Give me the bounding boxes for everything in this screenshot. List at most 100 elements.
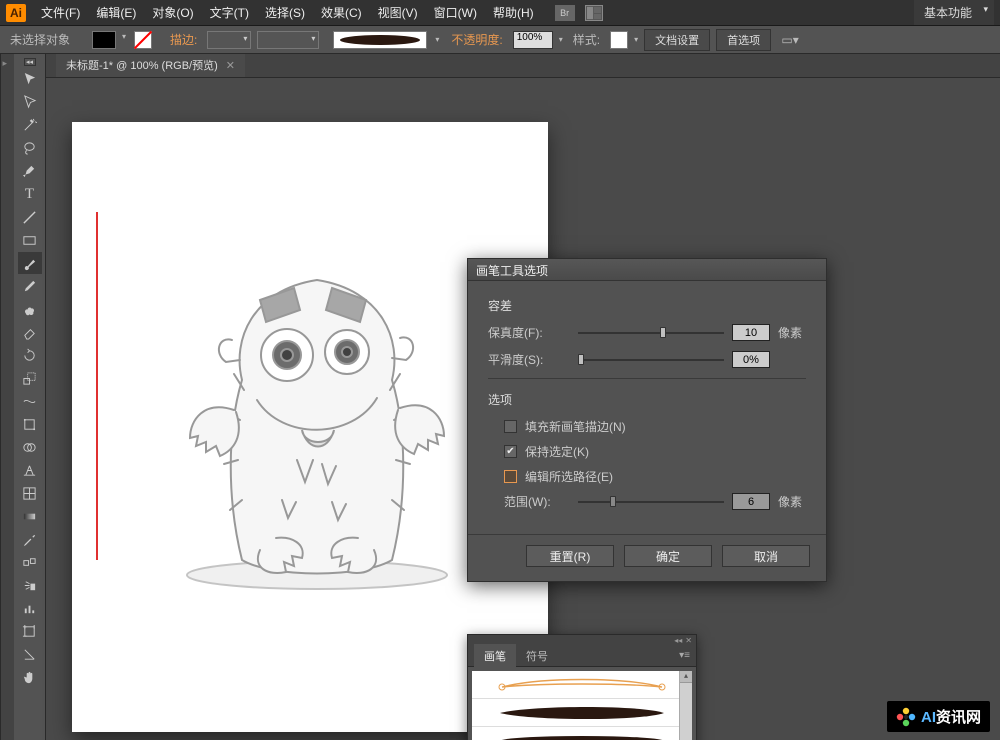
menu-edit[interactable]: 编辑(E) (89, 0, 143, 25)
direct-selection-tool[interactable] (18, 91, 42, 113)
options-group-label: 选项 (488, 391, 806, 408)
fill-swatch[interactable] (92, 31, 116, 49)
eraser-tool[interactable] (18, 321, 42, 343)
stroke-profile[interactable] (257, 31, 319, 49)
cancel-button[interactable]: 取消 (722, 545, 810, 567)
reset-button[interactable]: 重置(R) (526, 545, 614, 567)
sketch-placed-image (132, 180, 502, 610)
ok-button[interactable]: 确定 (624, 545, 712, 567)
line-tool[interactable] (18, 206, 42, 228)
pixels-unit: 像素 (778, 324, 806, 341)
app-root: Ai 文件(F) 编辑(E) 对象(O) 文字(T) 选择(S) 效果(C) 视… (0, 0, 1000, 740)
symbol-sprayer-tool[interactable] (18, 574, 42, 596)
width-tool[interactable] (18, 390, 42, 412)
brush-item-calligraphic[interactable] (472, 671, 692, 699)
document-tab[interactable]: 未标题-1* @ 100% (RGB/预览) ✕ (56, 54, 245, 77)
fidelity-slider[interactable] (578, 326, 724, 340)
range-unit: 像素 (778, 493, 806, 510)
watermark-text: AI资讯网 (921, 706, 981, 727)
menu-select[interactable]: 选择(S) (258, 0, 312, 25)
rectangle-tool[interactable] (18, 229, 42, 251)
menu-effect[interactable]: 效果(C) (314, 0, 369, 25)
opacity-input[interactable]: 100% (513, 31, 553, 49)
opacity-label: 不透明度: (447, 31, 506, 48)
workspace-switcher[interactable]: 基本功能 (914, 0, 994, 25)
menu-window[interactable]: 窗口(W) (427, 0, 484, 25)
fill-new-strokes-label: 填充新画笔描边(N) (525, 418, 626, 435)
arrange-docs-icon[interactable] (585, 5, 603, 21)
gradient-tool[interactable] (18, 505, 42, 527)
pen-tool[interactable] (18, 160, 42, 182)
tool-panel: ◂◂ T (14, 54, 46, 740)
slice-tool[interactable] (18, 643, 42, 665)
stroke-label: 描边: (166, 31, 201, 48)
expand-icon[interactable]: ▸ (3, 58, 13, 68)
brush-item-oval-2[interactable] (472, 727, 692, 740)
preferences-button[interactable]: 首选项 (716, 29, 771, 51)
brush-scrollbar[interactable]: ▴ (679, 671, 692, 740)
document-setup-button[interactable]: 文档设置 (644, 29, 710, 51)
close-icon[interactable]: ✕ (226, 59, 235, 72)
bridge-icon[interactable]: Br (555, 5, 575, 21)
brushes-panel: ◂◂✕ 画笔 符号 ▾≡ ▴ ▾ (467, 634, 697, 740)
graphic-style-swatch[interactable] (610, 31, 628, 49)
keep-selected-label: 保持选定(K) (525, 443, 589, 460)
tool-collapse[interactable]: ◂◂ (24, 58, 36, 66)
range-slider (578, 495, 724, 509)
left-strip: ▸ (0, 54, 14, 740)
stroke-swatch-none[interactable] (134, 31, 152, 49)
illustrator-icon: Ai (6, 4, 26, 22)
symbols-tab[interactable]: 符号 (516, 644, 558, 668)
brush-item-oval-1[interactable] (472, 699, 692, 727)
smoothness-input[interactable] (732, 351, 770, 368)
style-label: 样式: (569, 31, 604, 48)
fidelity-input[interactable] (732, 324, 770, 341)
brushes-tab[interactable]: 画笔 (474, 644, 516, 668)
stroke-weight[interactable] (207, 31, 251, 49)
tolerance-group-label: 容差 (488, 297, 806, 314)
free-transform-tool[interactable] (18, 413, 42, 435)
scale-tool[interactable] (18, 367, 42, 389)
mesh-tool[interactable] (18, 482, 42, 504)
menu-help[interactable]: 帮助(H) (486, 0, 541, 25)
smoothness-label: 平滑度(S): (488, 351, 570, 368)
range-input (732, 493, 770, 510)
paintbrush-tool[interactable] (18, 252, 42, 274)
perspective-grid-tool[interactable] (18, 459, 42, 481)
blend-tool[interactable] (18, 551, 42, 573)
menu-object[interactable]: 对象(O) (145, 0, 200, 25)
panel-toggle-icon[interactable]: ▭▾ (781, 32, 799, 48)
options-bar: 未选择对象 描边: 不透明度: 100% ▾ 样式: ▾ 文档设置 首选项 ▭▾ (0, 26, 1000, 54)
selection-tool[interactable] (18, 68, 42, 90)
pencil-tool[interactable] (18, 275, 42, 297)
smoothness-slider[interactable] (578, 353, 724, 367)
lasso-tool[interactable] (18, 137, 42, 159)
hand-tool[interactable] (18, 666, 42, 688)
dialog-title[interactable]: 画笔工具选项 (468, 259, 826, 281)
type-tool[interactable]: T (18, 183, 42, 205)
artboard-tool[interactable] (18, 620, 42, 642)
range-label: 范围(W): (504, 493, 570, 510)
document-tab-label: 未标题-1* @ 100% (RGB/预览) (66, 57, 218, 73)
main-area: ▸ ◂◂ T (0, 54, 1000, 740)
keep-selected-checkbox[interactable] (504, 445, 517, 458)
watermark: AI资讯网 (887, 701, 990, 732)
eyedropper-tool[interactable] (18, 528, 42, 550)
column-graph-tool[interactable] (18, 597, 42, 619)
blob-brush-tool[interactable] (18, 298, 42, 320)
rotate-tool[interactable] (18, 344, 42, 366)
menu-type[interactable]: 文字(T) (203, 0, 256, 25)
magic-wand-tool[interactable] (18, 114, 42, 136)
menu-view[interactable]: 视图(V) (371, 0, 425, 25)
fill-new-strokes-checkbox[interactable] (504, 420, 517, 433)
brush-list[interactable]: ▴ (472, 671, 692, 740)
brush-preset[interactable] (333, 31, 427, 49)
document-tabs: 未标题-1* @ 100% (RGB/预览) ✕ (46, 54, 1000, 78)
shape-builder-tool[interactable] (18, 436, 42, 458)
edit-selected-paths-label: 编辑所选路径(E) (525, 468, 613, 485)
edit-selected-paths-checkbox[interactable] (504, 470, 517, 483)
fidelity-label: 保真度(F): (488, 324, 570, 341)
panel-menu-icon[interactable]: ▾≡ (679, 650, 690, 661)
menu-file[interactable]: 文件(F) (34, 0, 87, 25)
selection-status: 未选择对象 (6, 31, 74, 48)
